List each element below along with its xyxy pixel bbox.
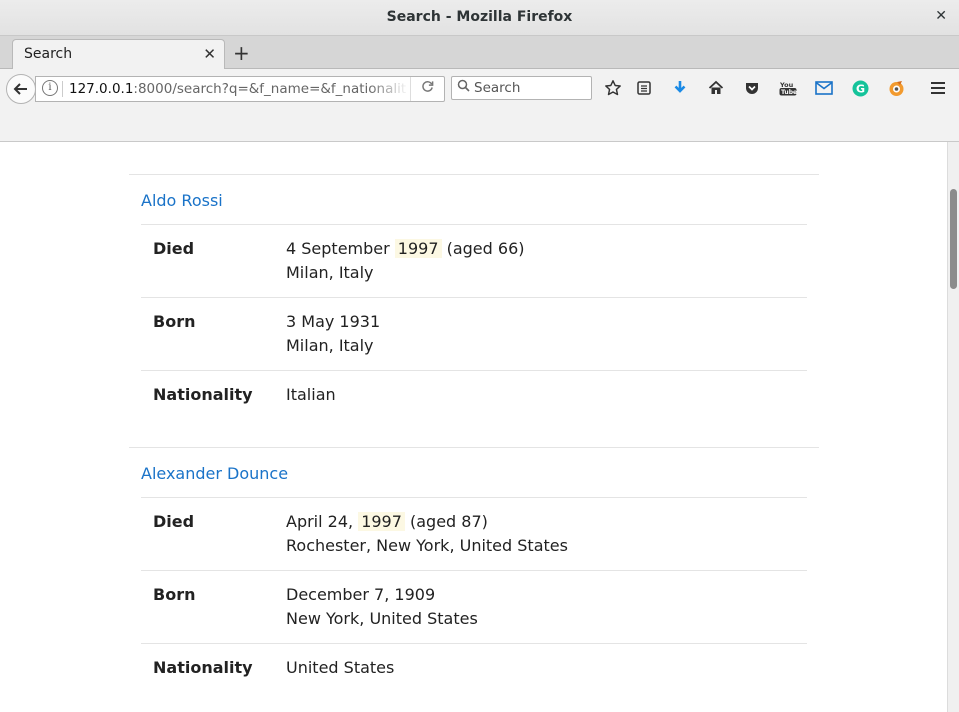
born-value: December 7, 1909 New York, United States [286, 570, 807, 644]
window-title: Search - Mozilla Firefox [386, 9, 573, 25]
search-input[interactable] [474, 79, 586, 97]
result-name-link[interactable]: Aldo Rossi [141, 175, 807, 211]
tab-close-icon[interactable]: ✕ [203, 45, 216, 63]
window-titlebar: Search - Mozilla Firefox ✕ [0, 0, 959, 36]
died-value: 4 September 1997 (aged 66) Milan, Italy [286, 224, 807, 298]
svg-text:You: You [779, 81, 794, 89]
tab-bar: Search ✕ + [0, 36, 959, 69]
search-bar[interactable] [451, 76, 592, 100]
born-date: December 7, 1909 [286, 585, 436, 604]
search-icon [457, 79, 470, 96]
born-value: 3 May 1931 Milan, Italy [286, 297, 807, 371]
url-path: :8000/search?q=&f_name=&f_nationalit [133, 81, 407, 97]
nationality-row: Nationality United States [141, 643, 807, 692]
extension-icon[interactable] [885, 77, 907, 99]
died-value: April 24, 1997 (aged 87) Rochester, New … [286, 497, 807, 571]
url-host: 127.0.0.1 [69, 81, 134, 97]
url-bar[interactable]: i 127.0.0.1:8000/search?q=&f_name=&f_nat… [35, 76, 445, 102]
nationality-label: Nationality [141, 643, 286, 692]
born-date: 3 May 1931 [286, 312, 381, 331]
url-fade [369, 81, 409, 99]
youtube-icon[interactable]: You Tube [777, 77, 799, 99]
info-icon[interactable]: i [42, 80, 58, 96]
back-arrow-icon[interactable] [6, 74, 36, 104]
died-age: (aged 87) [404, 512, 488, 531]
menu-icon[interactable] [927, 77, 949, 99]
scrollbar-thumb[interactable] [950, 189, 957, 289]
nationality-label: Nationality [141, 370, 286, 419]
died-place: Rochester, New York, United States [286, 536, 568, 555]
svg-text:G: G [856, 82, 865, 95]
reload-icon[interactable] [410, 77, 444, 101]
page-viewport: Aldo Rossi Died 4 September 1997 (aged 6… [0, 142, 947, 712]
result-item: Alexander Dounce Died April 24, 1997 (ag… [129, 447, 819, 692]
grammarly-icon[interactable]: G [849, 77, 871, 99]
gmail-icon[interactable] [813, 77, 835, 99]
result-details-table: Died April 24, 1997 (aged 87) Rochester,… [141, 497, 807, 692]
died-place: Milan, Italy [286, 263, 374, 282]
died-age: (aged 66) [441, 239, 525, 258]
star-icon[interactable] [602, 77, 624, 99]
nationality-value: United States [286, 643, 807, 692]
download-icon[interactable] [669, 77, 691, 99]
died-label: Died [141, 224, 286, 298]
url-text[interactable]: 127.0.0.1:8000/search?q=&f_name=&f_natio… [69, 81, 409, 99]
died-date-prefix: April 24, [286, 512, 359, 531]
nationality-value: Italian [286, 370, 807, 419]
url-separator [62, 81, 63, 97]
tab-title: Search [24, 46, 73, 62]
died-year-highlight: 1997 [394, 239, 442, 258]
home-icon[interactable] [705, 77, 727, 99]
born-place: New York, United States [286, 609, 478, 628]
born-label: Born [141, 297, 286, 371]
result-name-link[interactable]: Alexander Dounce [141, 448, 807, 484]
died-label: Died [141, 497, 286, 571]
born-row: Born 3 May 1931 Milan, Italy [141, 297, 807, 371]
result-details-table: Died 4 September 1997 (aged 66) Milan, I… [141, 224, 807, 419]
died-year-highlight: 1997 [358, 512, 405, 531]
born-label: Born [141, 570, 286, 644]
died-row: Died April 24, 1997 (aged 87) Rochester,… [141, 497, 807, 571]
page-scrollbar[interactable] [947, 142, 959, 712]
born-row: Born December 7, 1909 New York, United S… [141, 570, 807, 644]
svg-text:Tube: Tube [781, 89, 797, 96]
navigation-toolbar: i 127.0.0.1:8000/search?q=&f_name=&f_nat… [0, 69, 959, 142]
pocket-icon[interactable] [741, 77, 763, 99]
new-tab-button[interactable]: + [233, 41, 250, 65]
born-place: Milan, Italy [286, 336, 374, 355]
tab-search[interactable]: Search ✕ [12, 39, 225, 69]
died-row: Died 4 September 1997 (aged 66) Milan, I… [141, 224, 807, 298]
results-list: Aldo Rossi Died 4 September 1997 (aged 6… [129, 174, 819, 712]
died-date-prefix: 4 September [286, 239, 395, 258]
nationality-row: Nationality Italian [141, 370, 807, 419]
close-icon[interactable]: ✕ [935, 8, 947, 24]
result-item: Aldo Rossi Died 4 September 1997 (aged 6… [129, 174, 819, 419]
reading-list-icon[interactable] [633, 77, 655, 99]
